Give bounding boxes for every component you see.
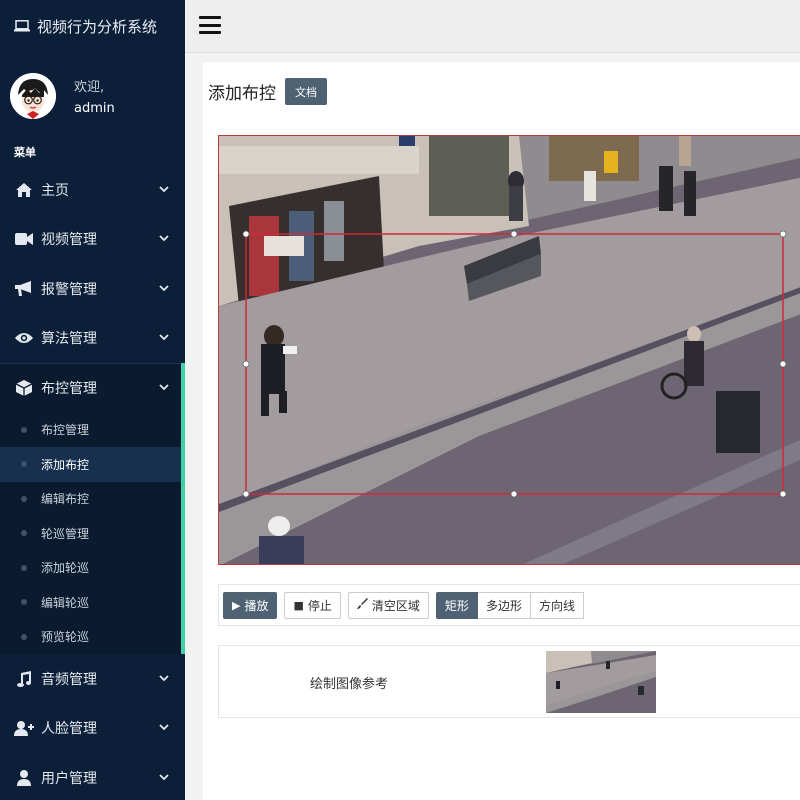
clear-region-button[interactable]: 清空区域 bbox=[347, 591, 429, 619]
main-content: 添加布控 文档 ▶ 播放 ■ 停止 清空区域 矩形 多边形 方向线 绘制图像参考 bbox=[203, 62, 800, 800]
sidebar-subitem-edit-deploy[interactable]: 编辑布控 bbox=[0, 482, 185, 517]
sidebar-subitem-preview-patrol[interactable]: 预览轮巡 bbox=[0, 620, 185, 655]
circle-icon bbox=[21, 599, 27, 606]
user-panel: 欢迎, admin bbox=[0, 52, 185, 140]
stop-button[interactable]: ■ 停止 bbox=[284, 591, 341, 619]
laptop-icon bbox=[14, 20, 30, 32]
sidebar-subitem-deploy-manage[interactable]: 布控管理 bbox=[0, 413, 185, 448]
welcome-text: 欢迎, bbox=[74, 80, 105, 95]
circle-icon bbox=[21, 426, 27, 433]
reference-thumbnail bbox=[546, 651, 656, 713]
app-brand[interactable]: 视频行为分析系统 bbox=[0, 0, 185, 52]
sidebar-subitem-label: 添加布控 bbox=[41, 457, 90, 472]
bullhorn-icon bbox=[14, 279, 34, 299]
sidebar-item-audio[interactable]: 音频管理 bbox=[0, 654, 185, 704]
sidebar-item-label: 用户管理 bbox=[41, 770, 97, 787]
eye-icon bbox=[14, 328, 34, 348]
sidebar-item-label: 算法管理 bbox=[41, 331, 97, 348]
sidebar-item-label: 布控管理 bbox=[41, 381, 97, 398]
home-icon bbox=[14, 180, 34, 200]
sidebar-subitem-add-patrol[interactable]: 添加轮巡 bbox=[0, 551, 185, 586]
user-name: admin bbox=[74, 101, 115, 116]
chevron-down-icon bbox=[159, 724, 169, 731]
sidebar-item-label: 主页 bbox=[41, 182, 69, 199]
video-frame bbox=[219, 136, 800, 564]
sidebar-subitem-label: 轮巡管理 bbox=[41, 526, 90, 541]
video-camera-icon bbox=[14, 229, 34, 249]
doc-button[interactable]: 文档 bbox=[285, 78, 327, 105]
stop-label: 停止 bbox=[307, 598, 332, 613]
chevron-down-icon bbox=[159, 384, 169, 391]
circle-icon bbox=[21, 633, 27, 640]
sidebar-subitem-label: 编辑轮巡 bbox=[41, 595, 90, 610]
chevron-down-icon bbox=[159, 285, 169, 292]
user-icon bbox=[14, 768, 34, 788]
shape-rect-button[interactable]: 矩形 bbox=[435, 591, 478, 619]
chevron-down-icon bbox=[159, 774, 169, 781]
app-title: 视频行为分析系统 bbox=[37, 17, 158, 36]
circle-icon bbox=[21, 530, 27, 537]
shape-polygon-button[interactable]: 多边形 bbox=[477, 591, 531, 619]
chevron-down-icon bbox=[159, 334, 169, 341]
page-title: 添加布控 bbox=[208, 84, 276, 104]
sidebar-item-label: 音频管理 bbox=[41, 671, 97, 688]
sidebar-item-face[interactable]: 人脸管理 bbox=[0, 704, 185, 754]
stop-icon: ■ bbox=[293, 598, 304, 612]
sidebar-item-alarm[interactable]: 报警管理 bbox=[0, 264, 185, 314]
shape-selector: 矩形 多边形 方向线 bbox=[435, 591, 584, 619]
chevron-down-icon bbox=[159, 235, 169, 242]
sidebar-group-deploy: 布控管理 布控管理 添加布控 编辑布控 轮巡管理 添加轮巡 编辑轮巡 预览轮巡 bbox=[0, 363, 185, 654]
sidebar-subitem-add-deploy[interactable]: 添加布控 bbox=[0, 447, 185, 482]
circle-icon bbox=[21, 495, 27, 502]
sidebar-subitem-label: 预览轮巡 bbox=[41, 630, 90, 645]
sidebar-item-label: 视频管理 bbox=[41, 232, 97, 249]
menu-header: 菜单 bbox=[14, 146, 36, 159]
reference-label: 绘制图像参考 bbox=[310, 677, 389, 692]
sidebar-subitem-label: 添加轮巡 bbox=[41, 561, 90, 576]
sidebar-item-home[interactable]: 主页 bbox=[0, 165, 185, 215]
play-button[interactable]: ▶ 播放 bbox=[223, 591, 278, 619]
deploy-submenu: 布控管理 添加布控 编辑布控 轮巡管理 添加轮巡 编辑轮巡 预览轮巡 bbox=[0, 413, 185, 655]
sidebar-subitem-patrol-manage[interactable]: 轮巡管理 bbox=[0, 516, 185, 551]
top-bar bbox=[185, 0, 800, 53]
avatar bbox=[10, 73, 56, 119]
clear-region-label: 清空区域 bbox=[371, 598, 420, 613]
play-icon: ▶ bbox=[232, 598, 241, 612]
sidebar-item-users[interactable]: 用户管理 bbox=[0, 753, 185, 800]
circle-icon bbox=[21, 564, 27, 571]
music-icon bbox=[14, 669, 34, 689]
reference-row: 绘制图像参考 bbox=[218, 645, 800, 718]
sidebar-item-label: 报警管理 bbox=[41, 281, 97, 298]
sidebar-subitem-label: 布控管理 bbox=[41, 423, 90, 438]
sidebar-item-algorithm[interactable]: 算法管理 bbox=[0, 314, 185, 364]
chevron-down-icon bbox=[159, 186, 169, 193]
draw-toolbar: ▶ 播放 ■ 停止 清空区域 矩形 多边形 方向线 bbox=[218, 584, 800, 626]
user-plus-icon bbox=[14, 718, 34, 738]
video-canvas[interactable] bbox=[218, 135, 800, 565]
sidebar-item-video[interactable]: 视频管理 bbox=[0, 215, 185, 265]
play-label: 播放 bbox=[244, 598, 269, 613]
direction-line-button[interactable]: 方向线 bbox=[530, 591, 584, 619]
sidebar-item-label: 人脸管理 bbox=[41, 721, 97, 738]
sidebar: 视频行为分析系统 欢迎, admin 菜单 主页 视频管理 报警管理 算法管理 … bbox=[0, 0, 185, 800]
sidebar-item-deploy[interactable]: 布控管理 bbox=[0, 363, 185, 413]
hamburger-icon[interactable] bbox=[199, 16, 221, 34]
sidebar-subitem-label: 编辑布控 bbox=[41, 492, 90, 507]
circle-icon bbox=[21, 461, 27, 468]
sidebar-subitem-edit-patrol[interactable]: 编辑轮巡 bbox=[0, 585, 185, 620]
chevron-down-icon bbox=[159, 675, 169, 682]
paint-brush-icon bbox=[356, 598, 368, 612]
cube-icon bbox=[14, 378, 34, 398]
